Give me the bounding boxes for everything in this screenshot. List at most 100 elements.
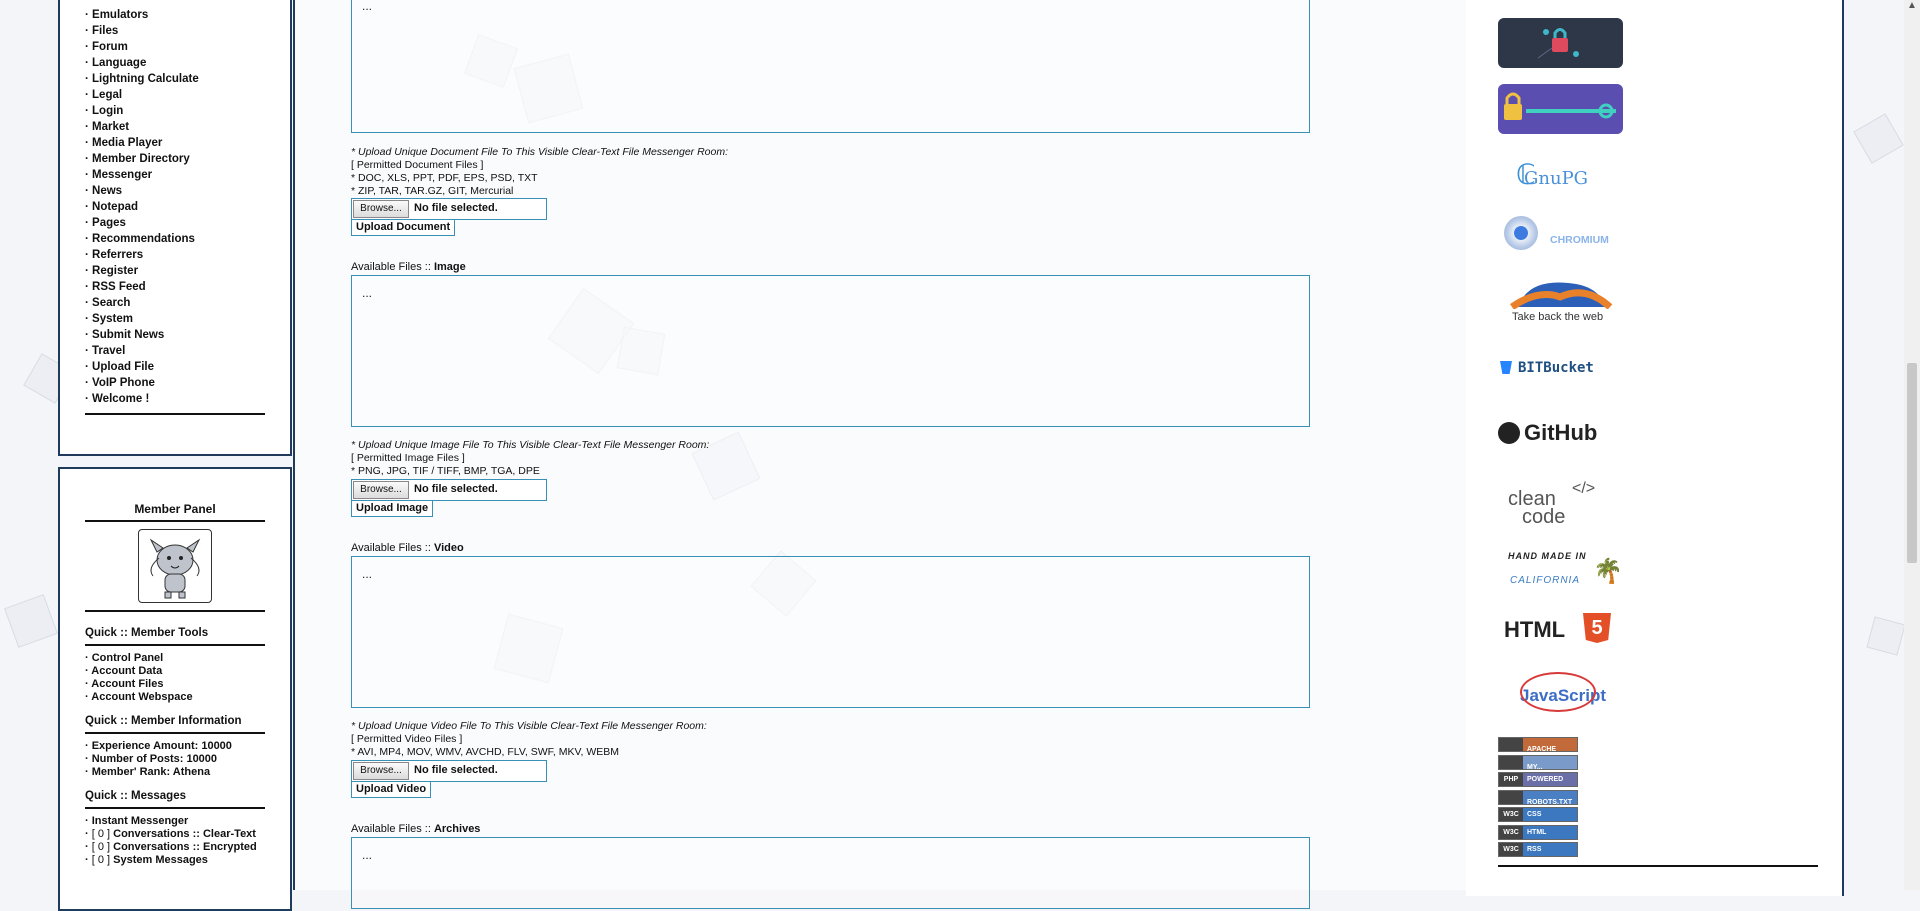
quick-link[interactable]: · Account Webspace bbox=[85, 691, 290, 704]
scrollbar-thumb[interactable] bbox=[1907, 363, 1917, 563]
file-list-box-video: ... bbox=[351, 556, 1310, 708]
avatar[interactable] bbox=[138, 529, 212, 603]
quick-link[interactable]: · Control Panel bbox=[85, 652, 290, 665]
nav-item[interactable]: · Login bbox=[85, 103, 290, 119]
small-badge[interactable]: W3C HTML bbox=[1498, 824, 1578, 840]
small-badge-left bbox=[1499, 790, 1523, 804]
page-scrollbar[interactable]: ▲ bbox=[1904, 0, 1920, 890]
small-badge[interactable]: PHP POWERED bbox=[1498, 772, 1578, 787]
quick-link[interactable]: · Account Data bbox=[85, 665, 290, 678]
nav-item[interactable]: · Welcome ! bbox=[85, 391, 290, 407]
nav-item[interactable]: · Search bbox=[85, 295, 290, 311]
file-list-box-top: ... bbox=[351, 0, 1310, 133]
message-link[interactable]: · Instant Messenger bbox=[85, 815, 290, 828]
file-list-placeholder: ... bbox=[362, 848, 373, 862]
message-link[interactable]: · [ 0 ] Conversations :: Encrypted bbox=[85, 841, 290, 854]
no-javascript-badge[interactable]: JavaScript bbox=[1498, 672, 1623, 712]
nav-item[interactable]: · Files bbox=[85, 23, 290, 39]
image-file-input[interactable]: Browse... No file selected. bbox=[351, 479, 547, 501]
small-badge[interactable]: W3C CSS bbox=[1498, 807, 1578, 822]
nav-item[interactable]: · Member Directory bbox=[85, 151, 290, 167]
document-types-1: * DOC, XLS, PPT, PDF, EPS, PSD, TXT bbox=[351, 172, 538, 184]
document-file-input[interactable]: Browse... No file selected. bbox=[351, 198, 547, 220]
small-badge-right: HTML bbox=[1527, 828, 1547, 836]
upload-video-button[interactable]: Upload Video bbox=[351, 781, 432, 798]
message-link[interactable]: · [ 0 ] System Messages bbox=[85, 854, 290, 867]
nav-item[interactable]: · Upload File bbox=[85, 359, 290, 375]
nav-item[interactable]: · Register bbox=[85, 263, 290, 279]
available-files-image-label: Available Files :: Image bbox=[351, 261, 466, 273]
small-badge-left: W3C bbox=[1499, 843, 1523, 856]
message-link[interactable]: · [ 0 ] Conversations :: Clear-Text bbox=[85, 828, 290, 841]
avatar-image bbox=[149, 538, 201, 599]
nav-item[interactable]: · Notepad bbox=[85, 199, 290, 215]
bitbucket-label: BITBucket bbox=[1518, 360, 1594, 376]
small-badge-right: POWERED bbox=[1527, 776, 1564, 783]
firefox-tagline: Take back the web bbox=[1512, 311, 1604, 323]
nav-item[interactable]: · Lightning Calculate bbox=[85, 71, 290, 87]
nav-item[interactable]: · RSS Feed bbox=[85, 279, 290, 295]
messages-title: Quick :: Messages bbox=[85, 790, 186, 802]
available-files-prefix: Available Files :: bbox=[351, 261, 434, 273]
gnupg-badge[interactable]: ℂ GnuPG bbox=[1498, 158, 1623, 198]
member-info-list: · Experience Amount: 10000 · Number of Po… bbox=[60, 740, 290, 779]
small-badge[interactable]: MY... bbox=[1498, 754, 1578, 770]
nav-item[interactable]: · Forum bbox=[85, 39, 290, 55]
quick-link[interactable]: · Number of Posts: 10000 bbox=[85, 753, 290, 766]
quick-link[interactable]: · Account Files bbox=[85, 678, 290, 691]
nav-item[interactable]: · Submit News bbox=[85, 327, 290, 343]
image-browse-button[interactable]: Browse... bbox=[353, 481, 409, 499]
video-upload-heading: * Upload Unique Video File To This Visib… bbox=[351, 720, 707, 732]
github-label: GitHub bbox=[1524, 420, 1598, 445]
nav-item[interactable]: · VoIP Phone bbox=[85, 375, 290, 391]
code-tag-icon: </> bbox=[1572, 480, 1596, 497]
clean-code-badge[interactable]: clean code </> bbox=[1498, 480, 1623, 530]
scroll-up-arrow-icon[interactable]: ▲ bbox=[1907, 0, 1917, 11]
video-file-status: No file selected. bbox=[414, 764, 498, 776]
small-badge[interactable]: APACHE bbox=[1498, 737, 1578, 752]
nav-item[interactable]: · Referrers bbox=[85, 247, 290, 263]
nav-item[interactable]: · System bbox=[85, 311, 290, 327]
divider bbox=[85, 413, 265, 415]
security-lock-badge[interactable] bbox=[1498, 18, 1623, 68]
message-suffix: System Messages bbox=[110, 854, 208, 866]
upload-image-button[interactable]: Upload Image bbox=[351, 500, 434, 517]
nav-item[interactable]: · Legal bbox=[85, 87, 290, 103]
handmade-california-badge[interactable]: HAND MADE IN CALIFORNIA 🌴 bbox=[1498, 551, 1623, 595]
nav-item[interactable]: · News bbox=[85, 183, 290, 199]
nav-item[interactable]: · Pages bbox=[85, 215, 290, 231]
chromium-badge[interactable]: CHROMIUM bbox=[1498, 214, 1623, 258]
nav-item[interactable]: · Travel bbox=[85, 343, 290, 359]
available-files-video-label: Available Files :: Video bbox=[351, 542, 464, 554]
nav-item[interactable]: · Language bbox=[85, 55, 290, 71]
document-types-2: * ZIP, TAR, TAR.GZ, GIT, Mercurial bbox=[351, 185, 514, 197]
quick-link[interactable]: · Experience Amount: 10000 bbox=[85, 740, 290, 753]
file-list-placeholder: ... bbox=[362, 286, 373, 300]
small-badge-left: W3C bbox=[1499, 825, 1523, 839]
nav-item[interactable]: · Recommendations bbox=[85, 231, 290, 247]
document-browse-button[interactable]: Browse... bbox=[353, 200, 409, 218]
member-panel-title: Member Panel bbox=[134, 502, 216, 516]
video-browse-button[interactable]: Browse... bbox=[353, 762, 409, 780]
small-badge[interactable]: ROBOTS.TXT bbox=[1498, 789, 1578, 805]
bitbucket-badge[interactable]: BITBucket bbox=[1498, 358, 1623, 378]
upload-document-button[interactable]: Upload Document bbox=[351, 219, 456, 236]
small-badge[interactable]: W3C RSS bbox=[1498, 842, 1578, 857]
nav-item[interactable]: · Messenger bbox=[85, 167, 290, 183]
available-files-type: Video bbox=[433, 542, 464, 554]
encryption-key-badge[interactable] bbox=[1498, 84, 1623, 134]
firefox-badge[interactable]: Take back the web bbox=[1498, 279, 1623, 329]
video-file-input[interactable]: Browse... No file selected. bbox=[351, 760, 547, 782]
nav-item[interactable]: · Market bbox=[85, 119, 290, 135]
github-badge[interactable]: GitHub bbox=[1498, 420, 1623, 448]
nav-item[interactable]: · Media Player bbox=[85, 135, 290, 151]
quick-link[interactable]: · Member' Rank: Athena bbox=[85, 766, 290, 779]
image-upload-info: * Upload Unique Image File To This Visib… bbox=[351, 439, 709, 478]
html5-badge[interactable]: HTML 5 bbox=[1498, 613, 1623, 645]
nav-item[interactable]: · Emulators bbox=[85, 7, 290, 23]
prohibited-icon bbox=[1520, 672, 1596, 712]
message-suffix: Conversations :: Clear-Text bbox=[110, 828, 256, 840]
small-badge-left bbox=[1499, 755, 1523, 769]
available-files-prefix: Available Files :: bbox=[351, 542, 434, 554]
file-list-placeholder: ... bbox=[362, 567, 373, 581]
